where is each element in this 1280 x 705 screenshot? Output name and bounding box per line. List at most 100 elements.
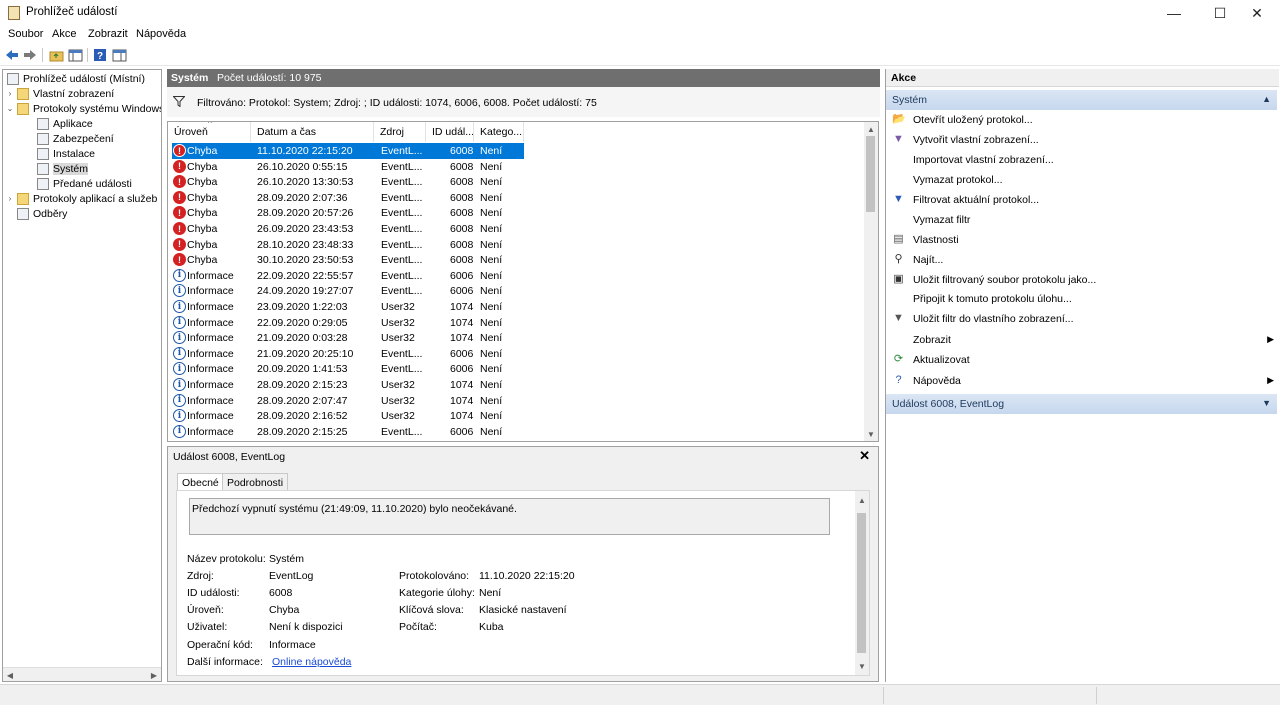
table-row[interactable]: ! Chyba 28.10.2020 23:48:33 EventL... 6008 Ne…	[172, 237, 524, 253]
table-row[interactable]: i Informace 28.09.2020 2:15:25 EventL... 600…	[172, 424, 524, 440]
action-item[interactable]: ⟳ Aktualizovat	[890, 351, 1274, 369]
table-row[interactable]: i Informace 23.09.2020 1:22:03 User32 1074 Ne…	[172, 299, 524, 315]
show-hide-tree-button[interactable]	[67, 47, 83, 63]
info-icon: i	[173, 393, 186, 407]
tree-item-windows-logs[interactable]: ⌄ Protokoly systému Windows	[5, 101, 161, 116]
scroll-up-arrow-icon[interactable]: ▲	[855, 493, 869, 507]
action-item[interactable]: ▤ Vlastnosti	[890, 231, 1274, 249]
action-item[interactable]: ? Nápověda ▶	[890, 372, 1274, 390]
table-row[interactable]: i Informace 21.09.2020 0:03:28 User32 1074 Ne…	[172, 330, 524, 346]
tree-item-app-service-logs[interactable]: › Protokoly aplikací a služeb	[5, 191, 157, 206]
tree-item-root[interactable]: Prohlížeč událostí (Místní)	[5, 71, 145, 86]
tree-item-custom-views[interactable]: › Vlastní zobrazení	[5, 86, 114, 101]
expand-icon[interactable]: ▼	[1262, 398, 1271, 408]
tree-horizontal-scrollbar[interactable]: ◀ ▶	[3, 667, 161, 681]
tree-item-setup[interactable]: Instalace	[35, 146, 95, 161]
column-header-event-id[interactable]: ID udál...	[426, 122, 474, 142]
scroll-thumb[interactable]	[866, 136, 875, 212]
action-item[interactable]: ▼ Vytvořit vlastní zobrazení...	[890, 131, 1274, 149]
action-item[interactable]: Připojit k tomuto protokolu úlohu...	[890, 290, 1274, 308]
tree-item-label: Zabezpečení	[53, 132, 114, 145]
events-vertical-scrollbar[interactable]: ▲ ▼	[864, 122, 878, 441]
action-item[interactable]: ⚲ Najít...	[890, 251, 1274, 269]
table-row[interactable]: ! Chyba 26.10.2020 0:55:15 EventL... 6008 Nen…	[172, 159, 524, 175]
chevron-right-icon[interactable]: ›	[5, 89, 15, 98]
collapse-icon[interactable]: ▲	[1262, 94, 1271, 104]
column-header-source[interactable]: Zdroj	[374, 122, 426, 142]
scroll-down-arrow-icon[interactable]: ▼	[855, 659, 869, 673]
cell-source: User32	[381, 410, 415, 423]
action-item[interactable]: Vymazat filtr	[890, 211, 1274, 229]
column-header-category[interactable]: Katego...	[474, 122, 524, 142]
chevron-down-icon[interactable]: ⌄	[5, 104, 15, 113]
action-item[interactable]: 📂 Otevřít uložený protokol...	[890, 111, 1274, 129]
table-row[interactable]: ! Chyba 28.09.2020 20:57:26 EventL... 6008 Ne…	[172, 205, 524, 221]
folder-icon	[17, 192, 29, 205]
cell-level: Informace	[187, 301, 234, 313]
scroll-up-arrow-icon[interactable]: ▲	[864, 122, 878, 136]
up-folder-button[interactable]	[48, 47, 64, 63]
cell-event-id: 6008	[450, 223, 474, 235]
table-row[interactable]: ! Chyba 26.10.2020 13:30:53 EventL... 6008 Ne…	[172, 174, 524, 190]
column-header-level[interactable]: ^ Úroveň	[168, 122, 251, 142]
label-event-id: ID události:	[187, 587, 240, 599]
forward-button[interactable]	[22, 47, 38, 63]
table-row[interactable]: ! Chyba 26.09.2020 23:43:53 EventL... 6008 Ne…	[172, 221, 524, 237]
menu-zobrazit[interactable]: Zobrazit	[88, 28, 128, 40]
table-row[interactable]: i Informace 20.09.2020 1:41:53 EventL... 600…	[172, 361, 524, 377]
scroll-down-arrow-icon[interactable]: ▼	[864, 427, 878, 441]
log-icon	[37, 162, 49, 175]
tree-item-forwarded-events[interactable]: Předané události	[35, 176, 132, 191]
close-window-button[interactable]: ✕	[1234, 0, 1280, 26]
action-label: Importovat vlastní zobrazení...	[913, 154, 1054, 166]
menu-soubor[interactable]: Soubor	[8, 28, 43, 40]
tab-general[interactable]: Obecné	[177, 473, 224, 491]
table-row[interactable]: ! Chyba 11.10.2020 22:15:20 EventL... 6008 Ne…	[172, 143, 524, 159]
table-row[interactable]: i Informace 22.09.2020 0:29:05 User32 1074 Ne…	[172, 315, 524, 331]
show-action-pane-button[interactable]	[111, 47, 127, 63]
action-item[interactable]: ▼ Uložit filtr do vlastního zobrazení...	[890, 310, 1274, 328]
menu-napoveda[interactable]: Nápověda	[136, 28, 186, 40]
scroll-right-arrow-icon[interactable]: ▶	[147, 668, 161, 681]
action-item[interactable]: Importovat vlastní zobrazení...	[890, 151, 1274, 169]
tree-item-system[interactable]: Systém	[35, 161, 89, 176]
cell-level: Chyba	[187, 176, 218, 189]
tree-item-application[interactable]: Aplikace	[35, 116, 93, 131]
action-item[interactable]: ▼ Filtrovat aktuální protokol...	[890, 191, 1274, 209]
help-button[interactable]: ?	[92, 47, 108, 63]
close-icon[interactable]: ✕	[859, 448, 870, 464]
detail-vertical-scrollbar[interactable]: ▲ ▼	[855, 491, 869, 675]
menu-akce[interactable]: Akce	[52, 28, 76, 40]
table-row[interactable]: i Informace 21.09.2020 20:25:10 EventL... 60…	[172, 346, 524, 362]
table-row[interactable]: ! Chyba 28.09.2020 2:07:36 EventL... 6008 Nen…	[172, 190, 524, 206]
tree-item-security[interactable]: Zabezpečení	[35, 131, 114, 146]
tree-item-subscriptions[interactable]: Odběry	[15, 206, 67, 221]
table-row[interactable]: i Informace 28.09.2020 2:07:47 User32 1074 Ne…	[172, 393, 524, 409]
scroll-thumb[interactable]	[857, 513, 866, 653]
action-item[interactable]: Vymazat protokol...	[890, 171, 1274, 189]
back-button[interactable]	[4, 47, 20, 63]
value-log-name: Systém	[269, 553, 305, 565]
cell-event-id: 1074	[450, 301, 474, 313]
cell-source: User32	[381, 332, 415, 345]
minimize-button[interactable]: —	[1151, 0, 1197, 26]
actions-section-event[interactable]: Událost 6008, EventLog ▼	[886, 394, 1277, 414]
events-table: ^ Úroveň Datum a čas Zdroj ID udál... Ka…	[167, 121, 879, 442]
tab-details[interactable]: Podrobnosti	[222, 473, 289, 491]
table-row[interactable]: i Informace 28.09.2020 2:16:52 User32 1074 Ne…	[172, 408, 524, 424]
table-row[interactable]: ! Chyba 30.10.2020 23:50:53 EventL... 6008 Ne…	[172, 252, 524, 268]
table-row[interactable]: i Informace 22.09.2020 22:55:57 EventL... 60…	[172, 268, 524, 284]
table-row[interactable]: i Informace 24.09.2020 19:27:07 EventL... 60…	[172, 283, 524, 299]
action-item[interactable]: ▣ Uložit filtrovaný soubor protokolu jako…	[890, 271, 1274, 289]
action-item[interactable]: Zobrazit ▶	[890, 331, 1274, 349]
cell-level: Informace	[187, 394, 234, 407]
column-header-date[interactable]: Datum a čas	[251, 122, 374, 142]
online-help-link[interactable]: Online nápověda	[272, 656, 351, 668]
cell-event-id: 6008	[450, 254, 474, 267]
action-label: Zobrazit	[913, 334, 951, 346]
scroll-left-arrow-icon[interactable]: ◀	[3, 668, 17, 681]
actions-section-system[interactable]: Systém ▲	[886, 90, 1277, 110]
table-row[interactable]: i Informace 28.09.2020 2:15:23 User32 1074 Ne…	[172, 377, 524, 393]
chevron-right-icon[interactable]: ›	[5, 194, 15, 203]
tree-item-label: Prohlížeč událostí (Místní)	[23, 72, 145, 85]
